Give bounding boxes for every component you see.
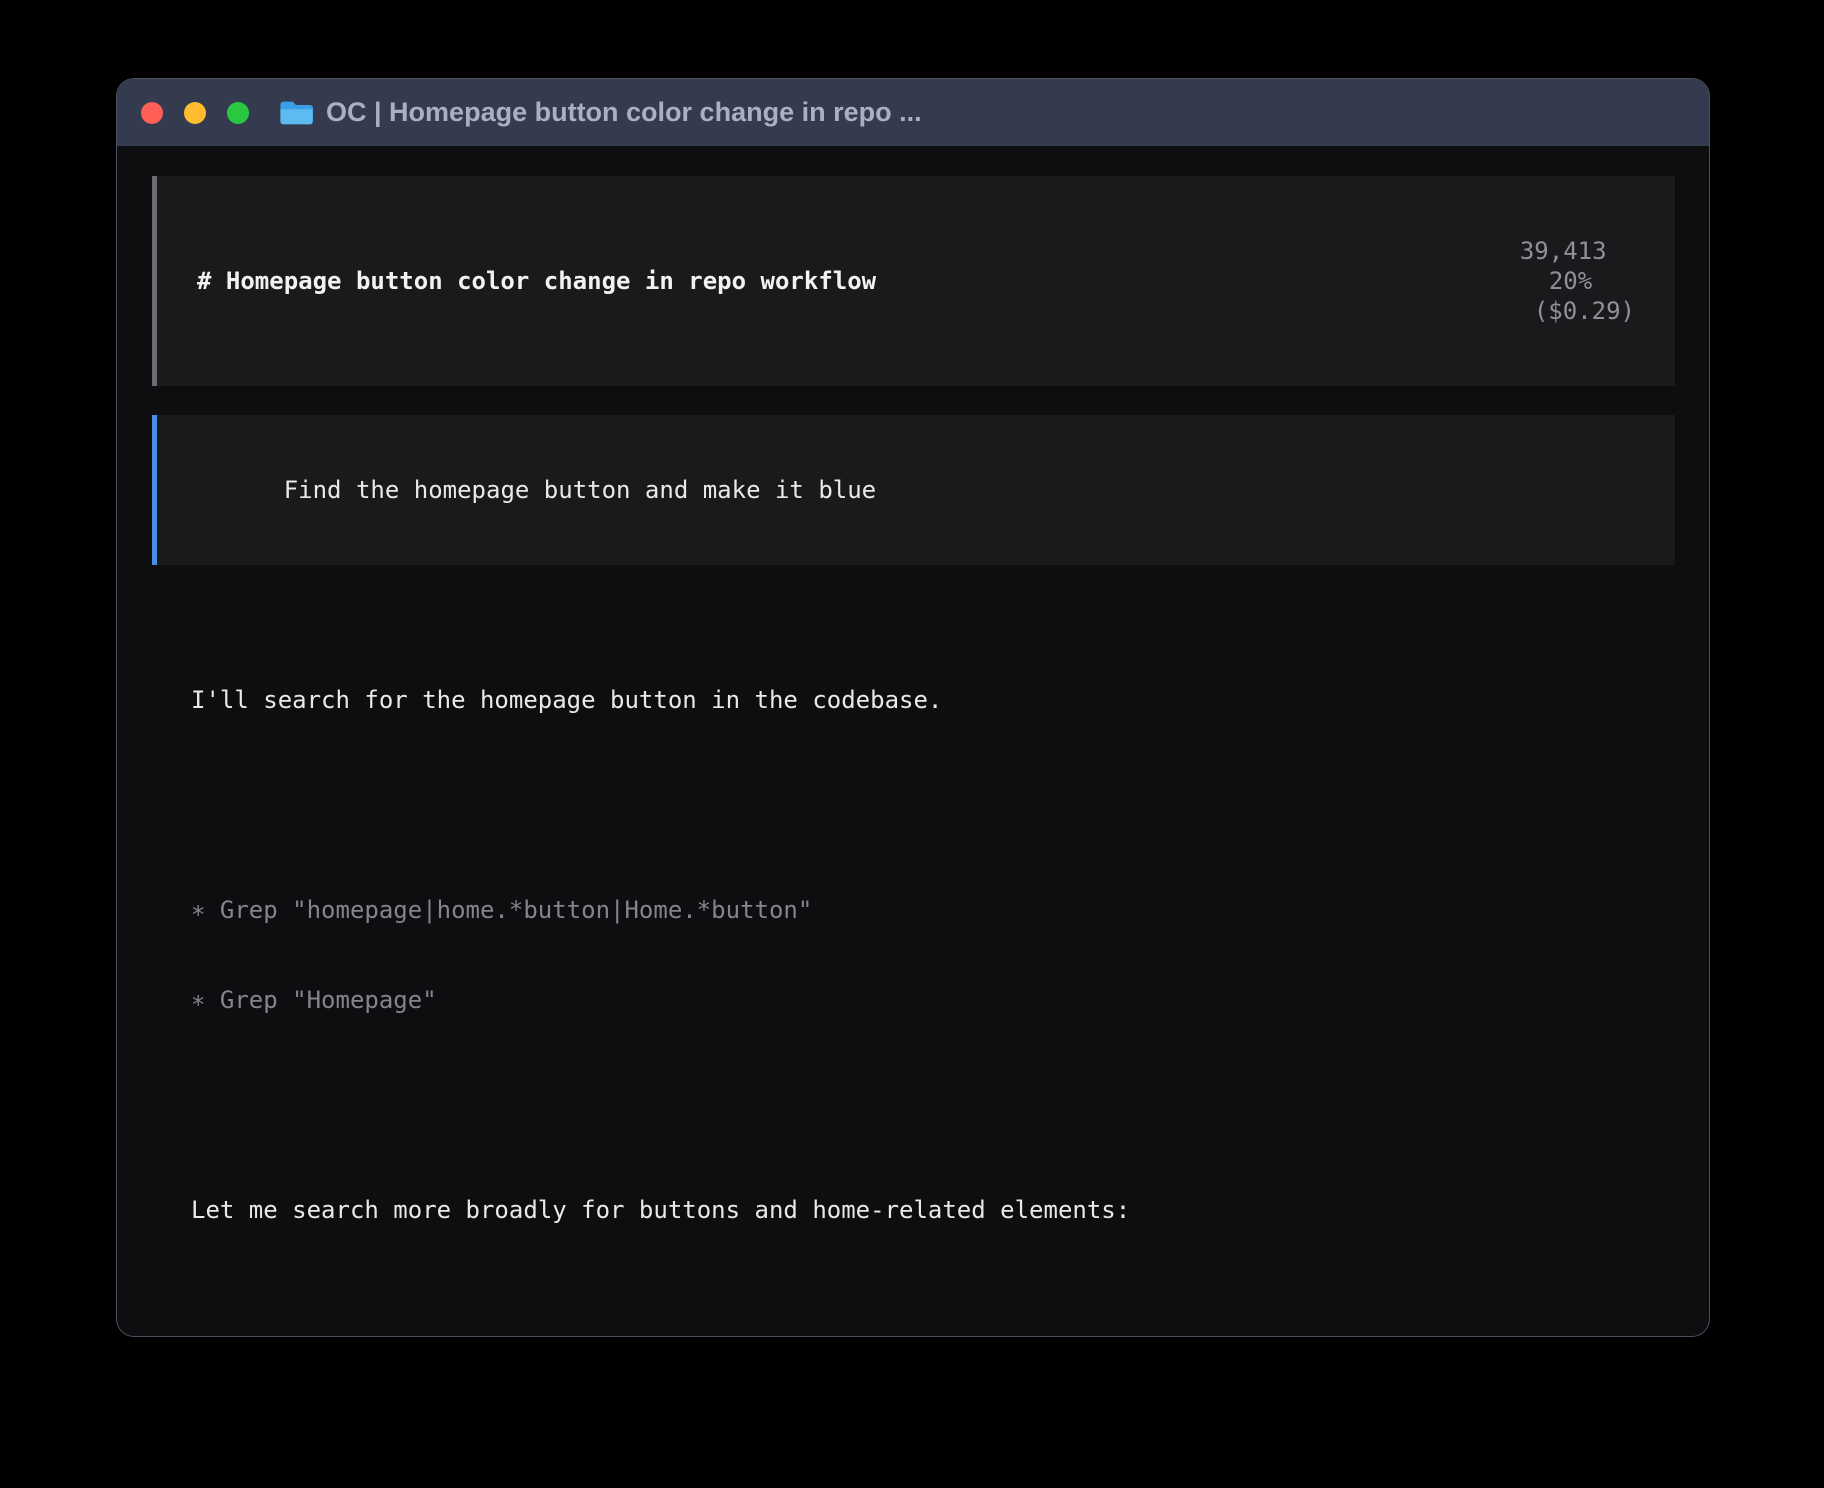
traffic-lights xyxy=(141,102,249,124)
assistant-message: I'll search for the homepage button in t… xyxy=(191,685,1675,715)
tool-call-grep: ∗ Grep "homepage|home.*button|Home.*butt… xyxy=(191,895,1675,925)
session-header: # Homepage button color change in repo w… xyxy=(152,176,1675,386)
terminal-content: # Homepage button color change in repo w… xyxy=(117,146,1709,1337)
session-cost: ($0.29) xyxy=(1534,297,1635,325)
tool-call-group: ∗ Grep "homepage|home.*button|Home.*butt… xyxy=(191,835,1675,1075)
user-message-text: Find the homepage button and make it blu… xyxy=(284,476,876,504)
tool-call-grep: ∗ Grep "Homepage" xyxy=(191,985,1675,1015)
folder-icon xyxy=(279,99,313,126)
window-titlebar[interactable]: OC | Homepage button color change in rep… xyxy=(117,79,1709,146)
zoom-button[interactable] xyxy=(227,102,249,124)
title-group: OC | Homepage button color change in rep… xyxy=(279,97,922,128)
close-button[interactable] xyxy=(141,102,163,124)
assistant-transcript: I'll search for the homepage button in t… xyxy=(191,595,1675,1337)
context-percent: 20% xyxy=(1549,267,1592,295)
user-message: Find the homepage button and make it blu… xyxy=(152,415,1675,565)
window-title: OC | Homepage button color change in rep… xyxy=(326,97,922,128)
terminal-window: OC | Homepage button color change in rep… xyxy=(116,78,1710,1337)
assistant-message: Let me search more broadly for buttons a… xyxy=(191,1195,1675,1225)
session-title: # Homepage button color change in repo w… xyxy=(197,266,876,296)
token-count: 39,413 xyxy=(1520,237,1607,265)
session-stats: 39,413 20% ($0.29) xyxy=(1404,206,1635,356)
minimize-button[interactable] xyxy=(184,102,206,124)
